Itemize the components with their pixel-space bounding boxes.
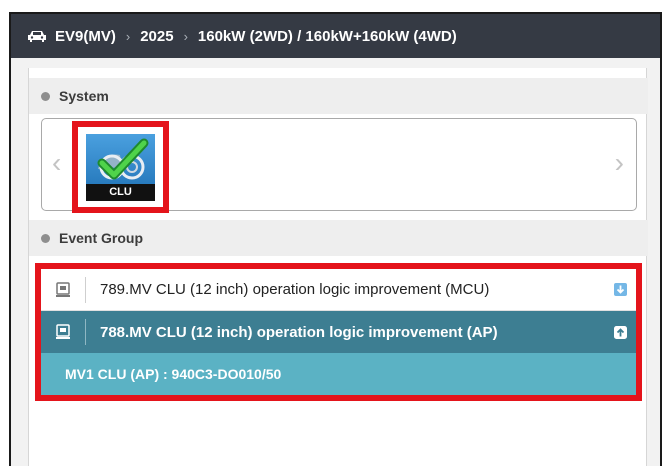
system-tile-label: CLU (86, 184, 155, 201)
breadcrumb: EV9(MV) › 2025 › 160kW (2WD) / 160kW+160… (11, 14, 660, 58)
breadcrumb-vehicle[interactable]: EV9(MV) (55, 28, 116, 45)
collapse-up-icon (613, 325, 627, 339)
event-item-title: 788.MV CLU (12 inch) operation logic imp… (100, 323, 498, 341)
expand-toggle[interactable] (604, 283, 636, 296)
app-frame: EV9(MV) › 2025 › 160kW (2WD) / 160kW+160… (9, 12, 662, 466)
carousel-next-icon[interactable]: › (615, 149, 624, 177)
bullet-icon (41, 233, 50, 243)
system-tile-clu[interactable]: CLU (86, 134, 155, 201)
car-icon (28, 31, 46, 42)
bullet-icon (41, 91, 50, 101)
ecu-module-icon (56, 324, 70, 339)
breadcrumb-separator: › (183, 28, 188, 44)
clu-tile-highlight: CLU (72, 121, 169, 213)
event-group-highlight: 789.MV CLU (12 inch) operation logic imp… (35, 263, 642, 401)
system-section-title: System (59, 88, 109, 104)
carousel-prev-icon[interactable]: ‹ (52, 149, 61, 177)
event-item[interactable]: 789.MV CLU (12 inch) operation logic imp… (41, 269, 636, 311)
main-content: System ‹ › CLU Event Group 789.MV CLU (1… (28, 68, 648, 466)
cluster-check-icon (97, 138, 149, 180)
breadcrumb-separator: › (125, 28, 131, 44)
collapse-toggle[interactable] (604, 325, 636, 339)
event-item-selected[interactable]: 788.MV CLU (12 inch) operation logic imp… (41, 311, 636, 353)
expand-down-icon (613, 283, 627, 296)
row-divider (85, 319, 86, 345)
breadcrumb-power[interactable]: 160kW (2WD) / 160kW+160kW (4WD) (198, 28, 457, 45)
breadcrumb-year[interactable]: 2025 (140, 28, 173, 45)
event-group-section-title: Event Group (59, 230, 144, 246)
event-item-title: 789.MV CLU (12 inch) operation logic imp… (100, 281, 490, 298)
event-detail-text: MV1 CLU (AP) : 940C3-DO010/50 (65, 366, 282, 382)
system-section-header: System (29, 78, 648, 114)
event-detail-row[interactable]: MV1 CLU (AP) : 940C3-DO010/50 (41, 353, 636, 395)
ecu-module-icon (56, 281, 70, 297)
event-group-section-header: Event Group (29, 220, 648, 256)
row-divider (85, 276, 86, 303)
